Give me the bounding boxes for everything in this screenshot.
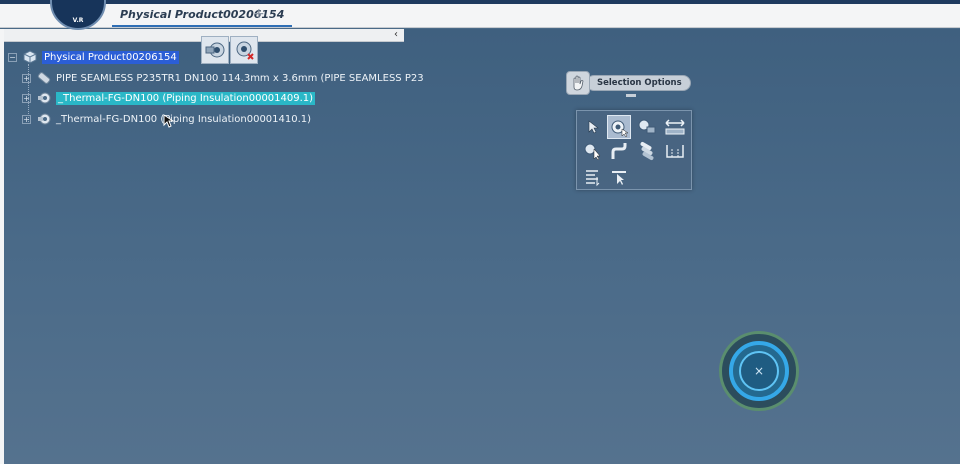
pipe-icon [37,72,51,84]
mini-toolbar [201,36,258,64]
insulation-tool-icon [205,42,225,58]
insulation-tool-button[interactable] [201,36,229,64]
app-logo[interactable]: V.R [50,0,106,30]
part-select-icon[interactable] [635,115,659,139]
add-tab-button[interactable]: + [253,6,265,22]
expand-expander[interactable]: + [22,73,31,83]
hand-icon [566,71,590,95]
stacked-parts-icon[interactable] [635,139,659,163]
remove-insulation-button[interactable] [230,36,258,64]
compass-close-icon: × [753,364,765,378]
tree-node-pipe[interactable]: + PIPE SEAMLESS P235TR1 DN100 114.3mm x … [22,70,424,86]
insulation-icon [38,92,51,104]
expand-expander[interactable]: + [22,114,31,124]
selection-options-panel [576,110,692,190]
expand-expander[interactable]: + [22,93,31,103]
tree-node-label: _Thermal-FG-DN100 (Piping Insulation0000… [56,113,312,125]
measure-icon[interactable] [663,115,687,139]
trap-select-icon[interactable] [581,139,605,163]
selection-options-header[interactable]: Selection Options [566,70,691,97]
pointer-filter-icon[interactable] [607,165,631,189]
tree-node-label: _Thermal-FG-DN100 (Piping Insulation0000… [56,91,316,105]
compass-center[interactable]: × [739,351,779,391]
tree-node-insulation-1409[interactable]: + _Thermal-FG-DN100 (Piping Insulation00… [22,90,316,106]
tree-node-label: PIPE SEAMLESS P235TR1 DN100 114.3mm x 3.… [56,72,424,84]
selection-options-label: Selection Options [586,75,691,91]
select-arrow-icon[interactable] [581,115,605,139]
tab-bar: V.R Physical Product00206154 + [0,0,960,30]
component-select-icon[interactable] [607,115,631,139]
left-edge [0,29,4,464]
product-icon [23,50,37,64]
tab-physical-product[interactable]: Physical Product00206154 [112,4,293,27]
remove-insulation-icon [236,41,254,60]
collapse-expander[interactable]: − [8,52,17,62]
compass-ring[interactable]: × [729,341,789,401]
insulation-icon [38,113,51,125]
list-select-icon[interactable] [581,165,605,189]
mouse-cursor-icon [163,114,175,128]
navigation-compass[interactable]: × [719,331,799,411]
pipe-run-icon[interactable] [607,139,631,163]
tree-node-root[interactable]: − Physical Product00206154 [8,49,179,65]
panel-notch [626,94,636,97]
logo-text: V.R [72,17,84,24]
collapse-tree-button[interactable]: ‹ [394,29,398,41]
tree-node-label: Physical Product00206154 [42,50,179,64]
bracket-icon[interactable] [663,139,687,163]
